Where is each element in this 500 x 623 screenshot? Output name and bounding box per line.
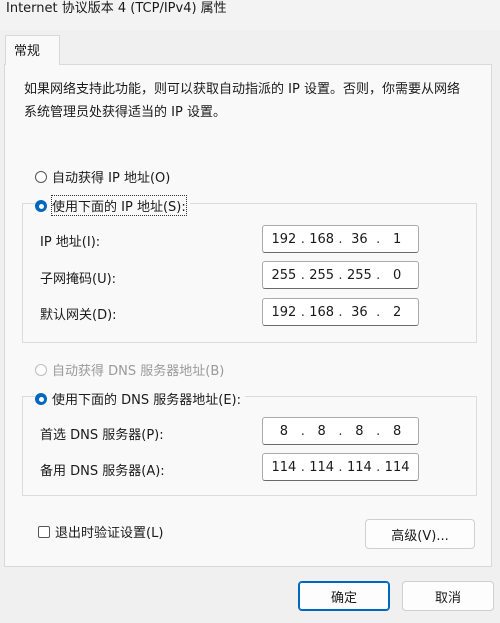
radio-manual-ip[interactable]: 使用下面的 IP 地址(S):: [35, 195, 190, 216]
dot-sep: .: [376, 459, 381, 475]
mask-octet-1: 255: [271, 267, 297, 283]
dot-sep: .: [300, 459, 305, 475]
dot-sep: .: [338, 304, 343, 320]
mask-octet-4: 0: [392, 267, 402, 283]
tab-general[interactable]: 常规: [5, 35, 60, 65]
radio-auto-dns-label: 自动获得 DNS 服务器地址(B): [52, 364, 225, 379]
gateway-field[interactable]: 192. 168. 36. 2: [262, 298, 419, 326]
gw-octet-1: 192: [271, 304, 297, 320]
dns-group: [22, 396, 477, 496]
alternate-dns-label: 备用 DNS 服务器(A):: [40, 464, 165, 479]
preferred-dns-field[interactable]: 8. 8. 8. 8: [262, 417, 419, 445]
radio-manual-ip-label: 使用下面的 IP 地址(S):: [51, 195, 187, 216]
adns-octet-2: 114: [309, 459, 335, 475]
radio-auto-ip-label: 自动获得 IP 地址(O): [52, 171, 171, 186]
radio-auto-ip-circle: [35, 170, 47, 183]
pdns-octet-2: 8: [317, 423, 326, 439]
dot-sep: .: [338, 267, 343, 283]
ip-octet-2: 168: [309, 231, 335, 247]
alternate-dns-field[interactable]: 114. 114. 114. 114: [262, 453, 419, 481]
preferred-dns-label: 首选 DNS 服务器(P):: [40, 428, 164, 443]
dot-sep: .: [376, 267, 381, 283]
pdns-octet-3: 8: [355, 423, 364, 439]
dot-sep: .: [338, 231, 343, 247]
dot-sep: .: [338, 423, 343, 439]
radio-manual-ip-circle: [35, 199, 47, 212]
adns-octet-1: 114: [271, 459, 297, 475]
dot-sep: .: [376, 304, 381, 320]
dot-sep: .: [300, 231, 305, 247]
ip-address-label: IP 地址(I):: [40, 235, 101, 250]
window-title: Internet 协议版本 4 (TCP/IPv4) 属性: [6, 1, 227, 16]
ip-octet-4: 1: [392, 231, 402, 247]
dot-sep: .: [300, 304, 305, 320]
pdns-octet-1: 8: [279, 423, 289, 439]
gateway-label: 默认网关(D):: [40, 308, 117, 323]
gw-octet-4: 2: [392, 304, 402, 320]
dot-sep: .: [300, 423, 305, 439]
mask-octet-2: 255: [309, 267, 335, 283]
validate-checkbox-box: [38, 525, 50, 538]
ok-button[interactable]: 确定: [298, 581, 390, 611]
gw-octet-3: 36: [351, 304, 368, 320]
dot-sep: .: [300, 267, 305, 283]
advanced-button[interactable]: 高级(V)...: [365, 519, 475, 549]
adns-octet-3: 114: [346, 459, 372, 475]
adns-octet-4: 114: [384, 459, 410, 475]
ip-octet-1: 192: [271, 231, 297, 247]
radio-manual-dns-label: 使用下面的 DNS 服务器地址(E):: [52, 393, 241, 408]
subnet-mask-label: 子网掩码(U):: [40, 272, 117, 287]
radio-auto-ip[interactable]: 自动获得 IP 地址(O): [35, 167, 170, 186]
radio-manual-dns-circle: [35, 392, 47, 405]
ip-octet-3: 36: [351, 231, 368, 247]
mask-octet-3: 255: [346, 267, 372, 283]
pdns-octet-4: 8: [392, 423, 402, 439]
ip-address-field[interactable]: 192. 168. 36. 1: [262, 225, 419, 253]
title-bar: Internet 协议版本 4 (TCP/IPv4) 属性: [0, 0, 500, 30]
validate-checkbox-label: 退出时验证设置(L): [55, 526, 164, 541]
radio-auto-dns[interactable]: 自动获得 DNS 服务器地址(B): [35, 360, 224, 379]
validate-checkbox[interactable]: 退出时验证设置(L): [38, 522, 163, 541]
tab-general-label: 常规: [14, 44, 41, 59]
radio-manual-dns[interactable]: 使用下面的 DNS 服务器地址(E):: [35, 389, 245, 408]
radio-auto-dns-circle: [35, 363, 47, 376]
cancel-button[interactable]: 取消: [402, 581, 494, 611]
dot-sep: .: [376, 423, 381, 439]
dot-sep: .: [338, 459, 343, 475]
dot-sep: .: [376, 231, 381, 247]
subnet-mask-field[interactable]: 255. 255. 255. 0: [262, 261, 419, 289]
gw-octet-2: 168: [309, 304, 335, 320]
description-text: 如果网络支持此功能，则可以获取自动指派的 IP 设置。否则，你需要从网络系统管理…: [24, 82, 460, 120]
